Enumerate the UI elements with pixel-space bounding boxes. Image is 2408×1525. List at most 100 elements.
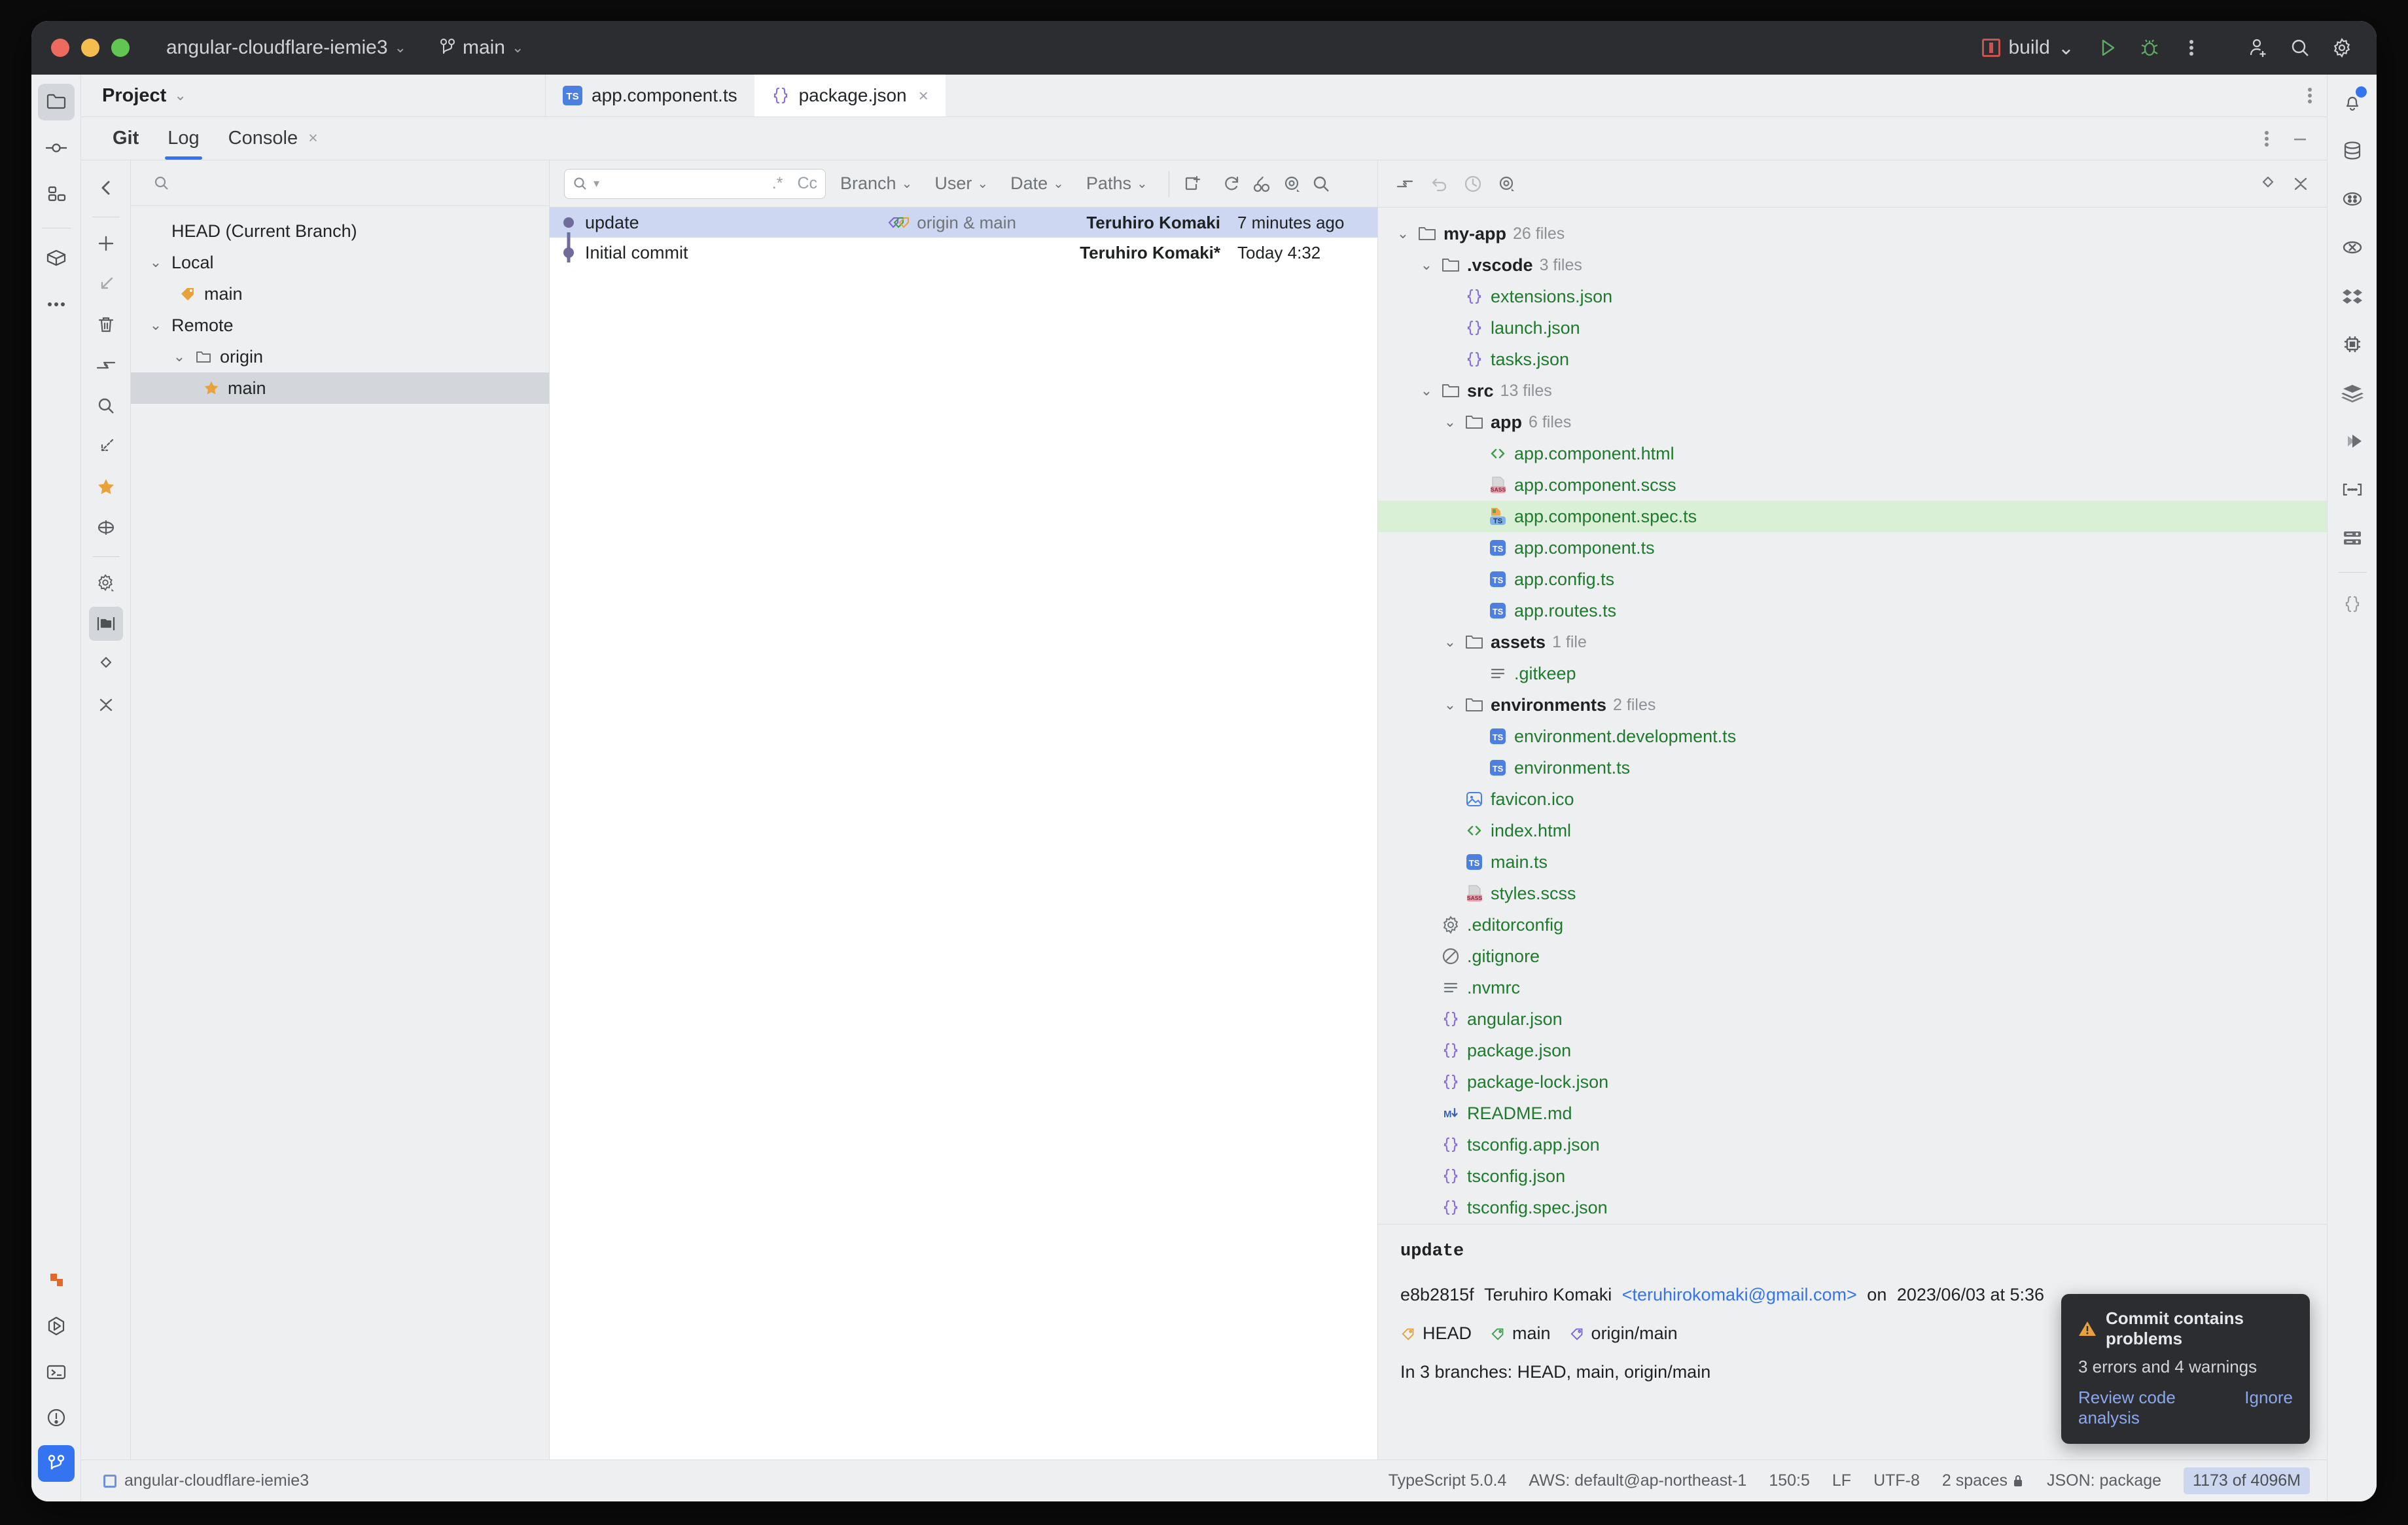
refresh-icon[interactable] — [1222, 174, 1241, 194]
undo-icon[interactable] — [1429, 175, 1449, 193]
branch-row-origin-main[interactable]: main — [131, 372, 549, 404]
sidebar-item-run-anything[interactable] — [38, 1308, 75, 1344]
chevron-down-icon[interactable]: ⌄ — [1442, 634, 1458, 651]
branch-dropdown[interactable]: main ⌄ — [431, 33, 531, 63]
file-tree-file-row[interactable]: app.component.html — [1378, 438, 2327, 469]
chevron-down-icon[interactable]: ⌄ — [1442, 414, 1458, 431]
review-code-analysis-link[interactable]: Review code analysis — [2078, 1388, 2222, 1428]
cherry-pick-icon[interactable] — [1252, 174, 1271, 194]
file-tree-file-row[interactable]: .gitkeep — [1378, 658, 2327, 689]
branch-filter-input[interactable] — [131, 160, 549, 206]
collapse-icon[interactable] — [89, 688, 123, 722]
run-configuration-selector[interactable]: build ⌄ — [1973, 33, 2083, 63]
file-tree-file-row[interactable]: angular.json — [1378, 1003, 2327, 1035]
checkout-icon[interactable] — [89, 267, 123, 301]
file-tree-file-row[interactable]: package.json — [1378, 1035, 2327, 1066]
file-tree-folder-row[interactable]: ⌄ assets 1 file — [1378, 626, 2327, 658]
file-tree-file-row[interactable]: package-lock.json — [1378, 1066, 2327, 1098]
sidebar-item-angular[interactable] — [38, 1262, 75, 1299]
branch-row-head[interactable]: HEAD (Current Branch) — [131, 215, 549, 247]
filter-paths[interactable]: Paths ⌄ — [1078, 173, 1156, 194]
more-options-icon[interactable] — [2264, 129, 2269, 149]
back-icon[interactable] — [89, 171, 123, 205]
search-dropdown-caret[interactable]: ▾ — [593, 177, 599, 190]
file-tree-file-row[interactable]: favicon.ico — [1378, 783, 2327, 815]
file-tree-file-row[interactable]: TS environment.development.ts — [1378, 721, 2327, 752]
sidebar-item-project[interactable] — [37, 84, 75, 120]
search-everywhere-button[interactable] — [2282, 30, 2318, 65]
secrets-icon[interactable] — [2334, 471, 2371, 508]
filter-branch[interactable]: Branch ⌄ — [832, 173, 920, 194]
commit-row[interactable]: update origin & main Teruhiro Komaki 7 m… — [550, 207, 1377, 262]
editor-tab-package-json[interactable]: package.json × — [754, 75, 946, 117]
more-options-button[interactable] — [2174, 30, 2209, 65]
tab-log[interactable]: Log — [153, 117, 213, 160]
status-typescript-version[interactable]: TypeScript 5.0.4 — [1389, 1471, 1507, 1490]
minimize-window-button[interactable] — [81, 39, 99, 57]
file-tree-file-row[interactable]: TS environment.ts — [1378, 752, 2327, 783]
chevron-down-icon[interactable]: ⌄ — [1395, 225, 1411, 242]
more-options-icon[interactable] — [2307, 86, 2312, 105]
minimize-icon[interactable] — [2280, 129, 2310, 149]
file-tree-file-row[interactable]: tasks.json — [1378, 344, 2327, 375]
status-json-schema[interactable]: JSON: package — [2047, 1471, 2161, 1490]
branch-group-local[interactable]: ⌄ Local — [131, 247, 549, 278]
file-tree-file-row[interactable]: TS app.config.ts — [1378, 564, 2327, 595]
file-tree-file-row[interactable]: .gitignore — [1378, 941, 2327, 972]
collapse-all-icon[interactable] — [2292, 175, 2310, 193]
regex-toggle[interactable]: .* — [772, 174, 783, 193]
file-tree-file-row[interactable]: TS app.component.spec.ts — [1378, 501, 2327, 532]
history-icon[interactable] — [1463, 174, 1483, 194]
branch-row-local-main[interactable]: main — [131, 278, 549, 310]
commit-row[interactable]: Initial commit Teruhiro Komaki* Today 4:… — [550, 238, 1377, 268]
sidebar-item-more-tool-windows[interactable] — [38, 286, 75, 323]
file-tree-file-row[interactable]: .editorconfig — [1378, 909, 2327, 941]
expand-icon[interactable] — [89, 647, 123, 681]
rebase-icon[interactable] — [89, 429, 123, 463]
branch-group-remote[interactable]: ⌄ Remote — [131, 310, 549, 341]
sidebar-item-services[interactable] — [38, 240, 75, 277]
file-tree-file-row[interactable]: tsconfig.spec.json — [1378, 1192, 2327, 1223]
chevron-down-icon[interactable]: ⌄ — [1419, 257, 1434, 274]
coverage-icon[interactable] — [2334, 229, 2371, 266]
notifications-icon[interactable] — [2334, 84, 2371, 120]
status-indent[interactable]: 2 spaces — [1942, 1471, 2025, 1490]
chevron-down-icon[interactable]: ⌄ — [1442, 696, 1458, 713]
branch-group-origin[interactable]: ⌄ origin — [131, 341, 549, 372]
sidebar-item-terminal[interactable] — [38, 1354, 75, 1390]
send-request-icon[interactable] — [2334, 423, 2371, 459]
search-icon[interactable] — [89, 389, 123, 423]
debug-button[interactable] — [2132, 30, 2167, 65]
status-line-separator[interactable]: LF — [1832, 1471, 1851, 1490]
expand-collapse-icon[interactable] — [2259, 175, 2277, 193]
match-case-toggle[interactable]: Cc — [797, 174, 817, 193]
show-folders-icon[interactable] — [88, 607, 123, 641]
json-icon[interactable] — [2334, 586, 2371, 622]
file-tree-folder-row[interactable]: ⌄ src 13 files — [1378, 375, 2327, 406]
file-tree-file-row[interactable]: launch.json — [1378, 312, 2327, 344]
layers-icon[interactable] — [2334, 374, 2371, 411]
close-icon[interactable]: × — [308, 129, 318, 148]
file-tree-file-row[interactable]: M README.md — [1378, 1098, 2327, 1129]
project-panel-header[interactable]: Project ⌄ — [81, 75, 546, 117]
window-traffic-lights[interactable] — [51, 39, 130, 57]
file-tree-file-row[interactable]: TS app.component.ts — [1378, 532, 2327, 564]
settings-button[interactable] — [2324, 30, 2360, 65]
sidebar-item-structure[interactable] — [38, 175, 75, 212]
file-tree-file-row[interactable]: .nvmrc — [1378, 972, 2327, 1003]
add-icon[interactable] — [89, 226, 123, 260]
editor-tab-app-component-ts[interactable]: TS app.component.ts — [546, 75, 754, 117]
filter-user[interactable]: User ⌄ — [927, 173, 996, 194]
tab-git[interactable]: Git — [98, 117, 153, 160]
add-account-button[interactable] — [2240, 30, 2276, 65]
sidebar-item-problems[interactable] — [38, 1399, 75, 1436]
commit-search-input[interactable]: ▾ .* Cc — [564, 168, 826, 199]
status-caret-position[interactable]: 150:5 — [1769, 1471, 1810, 1490]
sidebar-item-commit[interactable] — [38, 130, 75, 166]
file-tree-folder-row[interactable]: ⌄ .vscode 3 files — [1378, 249, 2327, 281]
maximize-window-button[interactable] — [111, 39, 130, 57]
jump-to-source-icon[interactable] — [1395, 175, 1415, 193]
settings-icon[interactable] — [89, 566, 123, 600]
file-tree-file-row[interactable]: TS main.ts — [1378, 846, 2327, 878]
server-icon[interactable] — [2334, 520, 2371, 556]
